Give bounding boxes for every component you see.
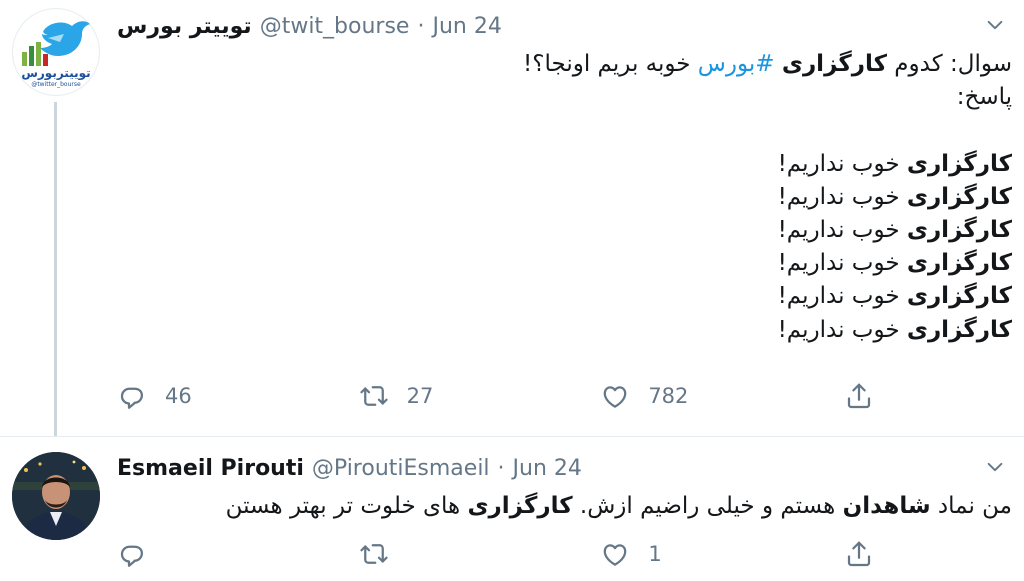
tweet[interactable]: توییتربورس @twitter_bourse توییتر بورس @… <box>0 0 1024 436</box>
bold-fragment: شاهدان <box>842 493 931 519</box>
retweet-button[interactable]: 27 <box>359 381 479 411</box>
user-handle[interactable]: @twit_bourse <box>260 14 410 39</box>
heart-icon <box>604 386 627 408</box>
user-handle[interactable]: @PiroutiEsmaeil <box>312 456 490 481</box>
tweet-line: من نماد شاهدان هستم و خیلی راضیم ازش. کا… <box>117 490 1012 523</box>
chevron-down-icon[interactable] <box>984 456 1006 478</box>
bold-fragment: کارگزاری <box>906 183 1012 210</box>
text-fragment: خوبه بریم اونجا؟! <box>523 51 698 77</box>
share-button[interactable] <box>842 381 874 411</box>
display-name[interactable]: توییتر بورس <box>117 14 252 39</box>
like-count: 1 <box>648 542 662 566</box>
tweet-date[interactable]: Jun 24 <box>513 456 582 481</box>
bold-fragment: کارگزاری <box>906 250 1012 277</box>
avatar-label: توییتربورس <box>21 66 91 80</box>
bold-fragment: کارگزاری <box>781 51 887 77</box>
reply-button[interactable] <box>117 539 237 569</box>
separator-dot: · <box>497 455 505 481</box>
text-fragment: خوب نداریم! <box>777 183 907 210</box>
text-fragment: خوب نداریم! <box>777 283 907 310</box>
tweet-line: کارگزاری خوب نداریم! <box>117 148 1012 181</box>
thread-line <box>54 102 57 436</box>
text-fragment: خوب نداریم! <box>777 150 907 177</box>
retweet-button[interactable] <box>359 539 479 569</box>
bold-fragment: کارگزاری <box>906 283 1012 310</box>
avatar-handle: @twitter_bourse <box>31 81 81 88</box>
reply-button[interactable]: 46 <box>117 381 237 411</box>
tweet-line: سوال: کدوم کارگزاری #بورس خوبه بریم اونج… <box>117 48 1012 81</box>
bold-fragment: کارگزاری <box>467 493 573 519</box>
bold-fragment: کارگزاری <box>906 216 1012 243</box>
like-button[interactable]: 782 <box>600 381 720 411</box>
tweet-line: کارگزاری خوب نداریم! <box>117 280 1012 313</box>
tweet-line: کارگزاری خوب نداریم! <box>117 214 1012 247</box>
text-fragment: خوب نداریم! <box>777 316 907 343</box>
avatar[interactable]: توییتربورس @twitter_bourse <box>12 8 100 96</box>
text-fragment <box>775 51 782 77</box>
tweet-line: پاسخ: <box>956 84 1012 111</box>
like-button[interactable]: 1 <box>600 539 720 569</box>
text-fragment: خوب نداریم! <box>777 216 907 243</box>
reply-count: 46 <box>165 384 192 408</box>
chevron-down-icon[interactable] <box>984 14 1006 36</box>
avatar[interactable] <box>12 452 100 540</box>
heart-icon <box>604 544 627 566</box>
share-button[interactable] <box>842 539 874 569</box>
tweet-line: کارگزاری خوب نداریم! <box>117 247 1012 280</box>
tweet-line: کارگزاری خوب نداریم! <box>117 314 1012 347</box>
tweet[interactable]: Esmaeil Pirouti @PiroutiEsmaeil · Jun 24… <box>0 436 1024 581</box>
separator-dot: · <box>417 13 425 39</box>
tweet-text: من نماد شاهدان هستم و خیلی راضیم ازش. کا… <box>117 490 1012 523</box>
text-fragment: های خلوت تر بهتر هستن <box>225 493 468 519</box>
text-fragment: خوب نداریم! <box>777 250 907 277</box>
retweet-count: 27 <box>406 384 434 408</box>
like-count: 782 <box>648 384 689 408</box>
bold-fragment: کارگزاری <box>906 316 1012 343</box>
tweet-line: کارگزاری خوب نداریم! <box>117 181 1012 214</box>
share-icon <box>847 541 871 567</box>
bold-fragment: کارگزاری <box>906 150 1012 177</box>
tweet-date[interactable]: Jun 24 <box>432 14 501 39</box>
text-fragment: من نماد <box>930 493 1012 519</box>
hashtag-link[interactable]: #بورس <box>698 51 775 77</box>
retweet-icon <box>360 544 388 564</box>
reply-icon <box>120 387 143 409</box>
retweet-icon <box>360 386 388 406</box>
text-fragment: سوال: کدوم <box>887 51 1012 77</box>
text-fragment: هستم و خیلی راضیم ازش. <box>572 493 843 519</box>
tweet-header: توییتر بورس @twit_bourse · Jun 24 <box>117 10 964 42</box>
display-name[interactable]: Esmaeil Pirouti <box>117 456 304 481</box>
tweet-header: Esmaeil Pirouti @PiroutiEsmaeil · Jun 24 <box>117 452 964 484</box>
user-photo <box>12 452 100 540</box>
tweet-text: سوال: کدوم کارگزاری #بورس خوبه بریم اونج… <box>117 48 1012 347</box>
tweet-actions: 1 <box>117 538 874 570</box>
tweet-actions: 46 27 782 <box>117 380 874 412</box>
share-icon <box>847 383 871 409</box>
reply-icon <box>120 545 143 567</box>
